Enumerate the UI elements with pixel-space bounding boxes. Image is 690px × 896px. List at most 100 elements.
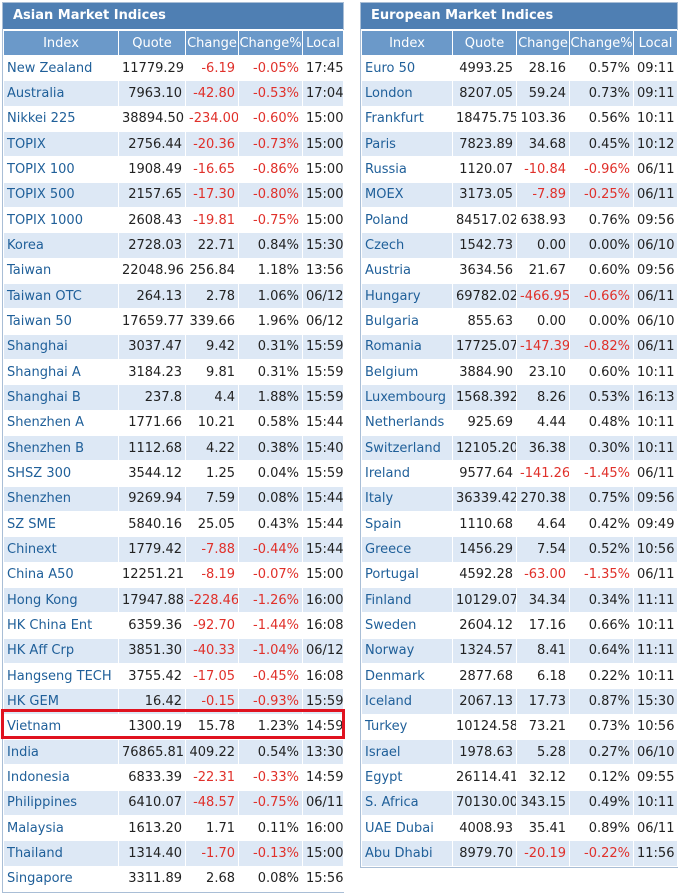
column-header-index[interactable]: Index bbox=[3, 30, 119, 56]
index-name-link[interactable]: HK GEM bbox=[3, 688, 119, 715]
quote-value: 2608.43 bbox=[118, 206, 186, 234]
column-header-change[interactable]: Change bbox=[516, 30, 570, 56]
change-value: -17.30 bbox=[185, 181, 239, 208]
index-name-link[interactable]: Israel bbox=[361, 738, 453, 766]
index-name-link[interactable]: Czech bbox=[361, 232, 453, 259]
index-name-link[interactable]: Shenzhen bbox=[3, 485, 119, 512]
index-name-link[interactable]: Italy bbox=[361, 485, 453, 512]
local-time-value: 11:11 bbox=[633, 637, 678, 664]
column-header-local[interactable]: Local bbox=[633, 30, 678, 56]
index-name-link[interactable]: Shenzhen A bbox=[3, 409, 119, 436]
change-value: 22.71 bbox=[185, 232, 239, 259]
index-name-link[interactable]: Hungary bbox=[361, 282, 453, 310]
change-value: -19.81 bbox=[185, 206, 239, 234]
column-header-change-pct[interactable]: Change% bbox=[569, 30, 634, 56]
column-header-quote[interactable]: Quote bbox=[118, 30, 186, 56]
table-row: Vietnam 1300.19 15.78 1.23% 14:59 bbox=[3, 713, 344, 740]
change-value: 2.78 bbox=[185, 282, 239, 310]
index-name-link[interactable]: Taiwan bbox=[3, 257, 119, 284]
index-name-link[interactable]: New Zealand bbox=[3, 54, 119, 82]
index-name-link[interactable]: Chinext bbox=[3, 536, 119, 563]
table-row: Switzerland 12105.20 36.38 0.30% 10:11 bbox=[361, 434, 678, 462]
index-name-link[interactable]: Romania bbox=[361, 333, 453, 360]
change-value: 270.38 bbox=[516, 485, 570, 512]
column-header-quote[interactable]: Quote bbox=[452, 30, 517, 56]
index-name-link[interactable]: Hong Kong bbox=[3, 586, 119, 614]
index-name-link[interactable]: Egypt bbox=[361, 764, 453, 791]
change-value: -7.88 bbox=[185, 536, 239, 563]
change-value: 36.38 bbox=[516, 434, 570, 462]
quote-value: 6410.07 bbox=[118, 789, 186, 816]
index-name-link[interactable]: Sweden bbox=[361, 612, 453, 639]
index-name-link[interactable]: China A50 bbox=[3, 561, 119, 588]
index-name-link[interactable]: HK Aff Crp bbox=[3, 637, 119, 664]
index-name-link[interactable]: TOPIX bbox=[3, 130, 119, 158]
index-name-link[interactable]: Taiwan 50 bbox=[3, 308, 119, 335]
index-name-link[interactable]: S. Africa bbox=[361, 789, 453, 816]
index-name-link[interactable]: SZ SME bbox=[3, 510, 119, 538]
local-time-value: 11:11 bbox=[633, 586, 678, 614]
index-name-link[interactable]: Finland bbox=[361, 586, 453, 614]
index-name-link[interactable]: London bbox=[361, 80, 453, 107]
index-name-link[interactable]: Paris bbox=[361, 130, 453, 158]
index-name-link[interactable]: Portugal bbox=[361, 561, 453, 588]
index-name-link[interactable]: MOEX bbox=[361, 181, 453, 208]
index-name-link[interactable]: TOPIX 100 bbox=[3, 156, 119, 183]
index-name-link[interactable]: Luxembourg bbox=[361, 384, 453, 411]
quote-value: 18475.75 bbox=[452, 105, 517, 132]
index-name-link[interactable]: Iceland bbox=[361, 688, 453, 715]
index-name-link[interactable]: India bbox=[3, 738, 119, 766]
column-header-change-pct[interactable]: Change% bbox=[238, 30, 303, 56]
index-name-link[interactable]: Malaysia bbox=[3, 814, 119, 842]
index-name-link[interactable]: Taiwan OTC bbox=[3, 282, 119, 310]
index-name-link[interactable]: Spain bbox=[361, 510, 453, 538]
quote-value: 4592.28 bbox=[452, 561, 517, 588]
index-name-link[interactable]: Australia bbox=[3, 80, 119, 107]
index-name-link[interactable]: TOPIX 1000 bbox=[3, 206, 119, 234]
index-name-link[interactable]: Austria bbox=[361, 257, 453, 284]
change-pct-value: 0.89% bbox=[569, 814, 634, 842]
index-name-link[interactable]: Ireland bbox=[361, 460, 453, 487]
index-name-link[interactable]: Greece bbox=[361, 536, 453, 563]
table-row: Italy 36339.42 270.38 0.75% 09:56 bbox=[361, 485, 678, 512]
index-name-link[interactable]: Russia bbox=[361, 156, 453, 183]
index-name-link[interactable]: Singapore bbox=[3, 865, 119, 892]
index-name-link[interactable]: Korea bbox=[3, 232, 119, 259]
index-name-link[interactable]: Belgium bbox=[361, 358, 453, 386]
index-name-link[interactable]: Frankfurt bbox=[361, 105, 453, 132]
index-name-link[interactable]: Shanghai B bbox=[3, 384, 119, 411]
index-name-link[interactable]: Hangseng TECH bbox=[3, 662, 119, 690]
index-name-link[interactable]: Turkey bbox=[361, 713, 453, 740]
index-name-link[interactable]: HK China Ent bbox=[3, 612, 119, 639]
index-name-link[interactable]: Switzerland bbox=[361, 434, 453, 462]
index-name-link[interactable]: Thailand bbox=[3, 840, 119, 867]
index-name-link[interactable]: Norway bbox=[361, 637, 453, 664]
index-name-link[interactable]: Indonesia bbox=[3, 764, 119, 791]
index-name-link[interactable]: Poland bbox=[361, 206, 453, 234]
change-pct-value: -0.82% bbox=[569, 333, 634, 360]
index-name-link[interactable]: Bulgaria bbox=[361, 308, 453, 335]
index-name-link[interactable]: SHSZ 300 bbox=[3, 460, 119, 487]
column-header-local[interactable]: Local bbox=[302, 30, 344, 56]
table-row: Chinext 1779.42 -7.88 -0.44% 15:44 bbox=[3, 536, 344, 563]
change-value: 34.34 bbox=[516, 586, 570, 614]
index-name-link[interactable]: UAE Dubai bbox=[361, 814, 453, 842]
change-pct-value: 0.58% bbox=[238, 409, 303, 436]
local-time-value: 09:11 bbox=[633, 54, 678, 82]
index-name-link[interactable]: Nikkei 225 bbox=[3, 105, 119, 132]
table-row: Netherlands 925.69 4.44 0.48% 10:11 bbox=[361, 409, 678, 436]
column-header-change[interactable]: Change bbox=[185, 30, 239, 56]
index-name-link[interactable]: Vietnam bbox=[3, 713, 119, 740]
index-name-link[interactable]: Shenzhen B bbox=[3, 434, 119, 462]
index-name-link[interactable]: TOPIX 500 bbox=[3, 181, 119, 208]
local-time-value: 06/12 bbox=[302, 308, 344, 335]
index-name-link[interactable]: Euro 50 bbox=[361, 54, 453, 82]
index-name-link[interactable]: Shanghai A bbox=[3, 358, 119, 386]
index-name-link[interactable]: Shanghai bbox=[3, 333, 119, 360]
index-name-link[interactable]: Netherlands bbox=[361, 409, 453, 436]
index-name-link[interactable]: Abu Dhabi bbox=[361, 840, 453, 867]
index-name-link[interactable]: Denmark bbox=[361, 662, 453, 690]
table-row: Poland 84517.02 638.93 0.76% 09:56 bbox=[361, 206, 678, 234]
index-name-link[interactable]: Philippines bbox=[3, 789, 119, 816]
column-header-index[interactable]: Index bbox=[361, 30, 453, 56]
